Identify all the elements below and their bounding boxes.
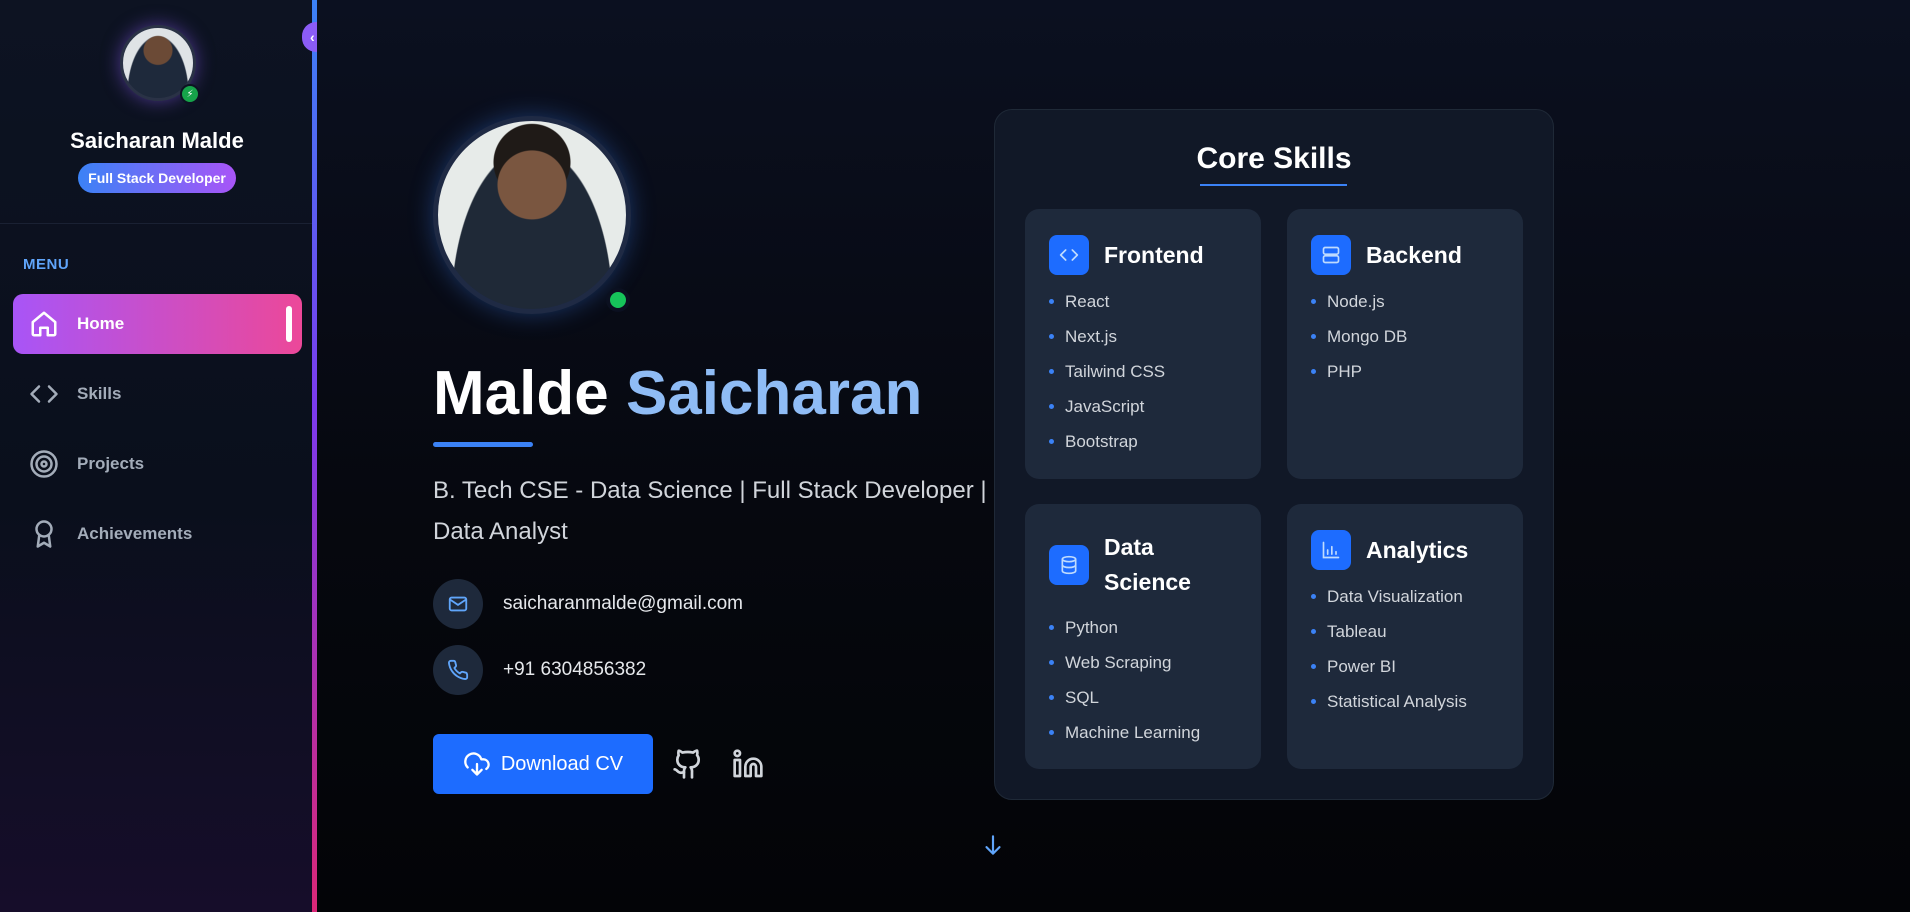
list-item: Machine Learning — [1049, 715, 1200, 750]
list-item: Node.js — [1311, 284, 1407, 319]
sidebar-item-label: Skills — [77, 384, 122, 403]
hero-underline — [433, 442, 533, 447]
skills-title-underline — [1200, 184, 1347, 186]
menu-label: MENU — [23, 256, 70, 273]
skill-list: React Next.js Tailwind CSS JavaScript Bo… — [1049, 284, 1165, 459]
list-item: Statistical Analysis — [1311, 684, 1467, 719]
list-item: Mongo DB — [1311, 319, 1407, 354]
bar-chart-icon — [1311, 530, 1351, 570]
sidebar-profile: ⚡ Saicharan Malde Full Stack Developer — [0, 0, 314, 224]
skill-card-backend: Backend Node.js Mongo DB PHP — [1287, 209, 1523, 479]
list-item: Power BI — [1311, 649, 1467, 684]
skill-card-analytics: Analytics Data Visualization Tableau Pow… — [1287, 504, 1523, 769]
sidebar-item-achievements[interactable]: Achievements — [13, 504, 302, 564]
sidebar-item-label: Home — [77, 314, 125, 333]
active-indicator — [286, 306, 292, 342]
server-icon — [1311, 235, 1351, 275]
hero-subtitle: B. Tech CSE - Data Science | Full Stack … — [433, 477, 987, 545]
list-item: PHP — [1311, 354, 1407, 389]
mail-icon — [433, 579, 483, 629]
list-item: Web Scraping — [1049, 645, 1200, 680]
sidebar-item-projects[interactable]: Projects — [13, 434, 302, 494]
list-item: Python — [1049, 610, 1200, 645]
code-icon — [1049, 235, 1089, 275]
skill-list: Node.js Mongo DB PHP — [1311, 284, 1407, 389]
skill-card-data-science: Data Science Python Web Scraping SQL Mac… — [1025, 504, 1261, 769]
list-item: React — [1049, 284, 1165, 319]
skill-group-name: Data Science — [1104, 534, 1191, 595]
list-item: SQL — [1049, 680, 1200, 715]
online-status-icon — [606, 288, 630, 312]
home-icon — [31, 311, 57, 337]
skill-list: Data Visualization Tableau Power BI Stat… — [1311, 579, 1467, 719]
target-icon — [30, 450, 58, 478]
list-item: JavaScript — [1049, 389, 1165, 424]
database-icon — [1049, 545, 1089, 585]
phone-text: +91 6304856382 — [503, 659, 647, 680]
award-icon — [35, 520, 53, 548]
skill-group-name: Backend — [1366, 241, 1462, 268]
hero-last-name: Saicharan — [625, 359, 923, 428]
skills-title: Core Skills — [1196, 142, 1352, 175]
list-item: Data Visualization — [1311, 579, 1467, 614]
sidebar-item-home[interactable]: Home — [13, 294, 302, 354]
email-row[interactable]: saicharanmalde@gmail.com — [433, 579, 743, 629]
profile-role-badge: Full Stack Developer — [78, 163, 236, 193]
skill-card-frontend: Frontend React Next.js Tailwind CSS Java… — [1025, 209, 1261, 479]
sidebar-item-skills[interactable]: Skills — [13, 364, 302, 424]
download-cv-label: Download CV — [500, 752, 624, 775]
sidebar-item-label: Achievements — [77, 524, 193, 543]
list-item: Next.js — [1049, 319, 1165, 354]
hero-avatar — [433, 116, 631, 314]
skill-list: Python Web Scraping SQL Machine Learning — [1049, 610, 1200, 750]
profile-name: Saicharan Malde — [70, 128, 244, 153]
skill-group-name: Frontend — [1104, 241, 1204, 268]
github-icon[interactable] — [672, 748, 704, 780]
phone-icon — [433, 645, 483, 695]
hero-first-name: Malde — [433, 359, 609, 428]
hero-name: Malde Saicharan — [433, 358, 922, 429]
email-text: saicharanmalde@gmail.com — [503, 593, 743, 614]
skill-group-name: Analytics — [1366, 536, 1469, 563]
list-item: Bootstrap — [1049, 424, 1165, 459]
online-badge-icon: ⚡ — [180, 84, 200, 104]
phone-row[interactable]: +91 6304856382 — [433, 645, 646, 695]
sidebar-item-label: Projects — [77, 454, 145, 473]
list-item: Tableau — [1311, 614, 1467, 649]
linkedin-icon[interactable] — [732, 748, 764, 780]
scroll-down-icon[interactable] — [980, 830, 1006, 860]
cloud-download-icon — [464, 752, 490, 776]
list-item: Tailwind CSS — [1049, 354, 1165, 389]
code-icon — [30, 385, 58, 403]
download-cv-button[interactable]: Download CV — [433, 734, 653, 794]
sidebar: ⚡ Saicharan Malde Full Stack Developer M… — [0, 0, 314, 912]
